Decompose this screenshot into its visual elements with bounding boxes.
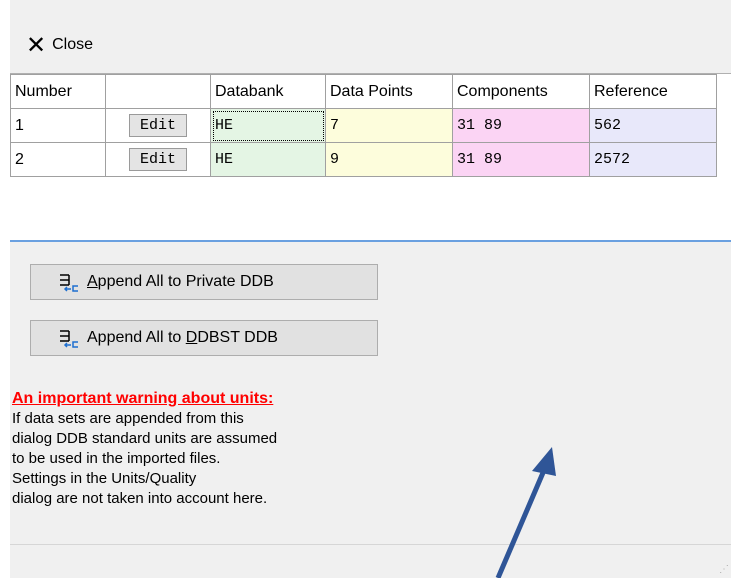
arrow-annotation [495,447,556,578]
annotation-overlay [495,447,556,578]
